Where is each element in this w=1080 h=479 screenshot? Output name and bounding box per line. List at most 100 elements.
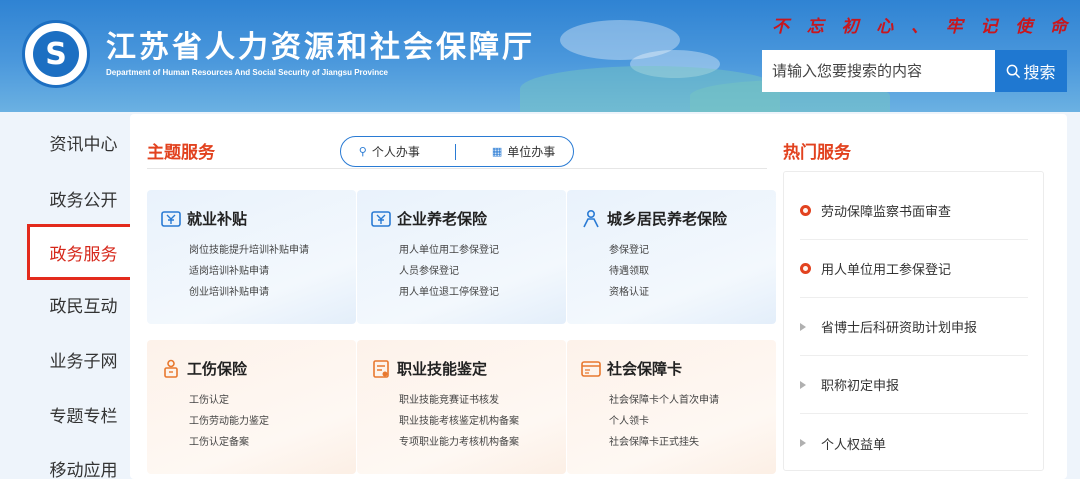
tile-title: 城乡居民养老保险 [607,210,728,228]
theme-services-title: 主题服务 [147,143,215,163]
nav-item-label: 政务服务 [49,244,118,265]
tile-links: 社会保障卡个人首次申请 个人领卡 社会保障卡正式挂失 [609,390,719,453]
service-link[interactable]: 社会保障卡个人首次申请 [609,390,719,411]
nav-item-label: 政务公开 [49,190,118,211]
tile-social-security-card[interactable]: 社会保障卡 社会保障卡个人首次申请 个人领卡 社会保障卡正式挂失 [567,340,776,474]
worker-icon [161,359,181,379]
tile-employment-subsidy[interactable]: 就业补贴 岗位技能提升培训补贴申请 适岗培训补贴申请 创业培训补贴申请 [147,190,356,324]
hot-service-label: 用人单位用工参保登记 [821,263,952,278]
tab-organization[interactable]: ▦ 单位办事 [492,143,555,160]
tile-header: 工伤保险 [161,358,247,379]
elder-icon [581,209,601,229]
site-title: 江苏省人力资源和社会保障厅 [106,30,535,65]
search-button[interactable]: 搜索 [995,50,1067,92]
nav-item-services[interactable]: 政务服务 [27,224,140,280]
tile-header: 城乡居民养老保险 [581,208,727,229]
slogan: 不 忘 初 心 、 牢 记 使 命 [772,12,1067,37]
tile-work-injury-insurance[interactable]: 工伤保险 工伤认定 工伤劳动能力鉴定 工伤认定备案 [147,340,356,474]
triangle-arrow-icon [800,322,806,331]
service-link[interactable]: 待遇领取 [609,261,649,282]
service-type-toggle: ⚲ 个人办事 ▦ 单位办事 [340,136,574,167]
tile-links: 岗位技能提升培训补贴申请 适岗培训补贴申请 创业培训补贴申请 [189,240,309,303]
toggle-separator [455,143,457,160]
service-link[interactable]: 岗位技能提升培训补贴申请 [189,240,309,261]
triangle-arrow-icon [800,439,806,447]
nav-item-mobile[interactable]: 移动应用 [27,440,140,479]
nav-item-label: 政民互动 [49,296,118,317]
hot-badge-icon [800,263,811,274]
site-logo[interactable]: S [22,20,90,88]
triangle-arrow-icon [800,380,806,389]
slogan-char: 使 [1015,17,1033,37]
tab-personal[interactable]: ⚲ 个人办事 [359,143,420,160]
logo-emblem-icon: S [33,31,79,77]
slogan-char: 牢 [945,17,963,37]
tab-label: 个人办事 [371,145,420,159]
nav-item-news[interactable]: 资讯中心 [27,114,140,170]
tile-title: 企业养老保险 [397,210,488,228]
service-link[interactable]: 职业技能竞赛证书核发 [399,390,519,411]
tile-links: 工伤认定 工伤劳动能力鉴定 工伤认定备案 [189,390,269,453]
certificate-icon [371,359,391,379]
hot-service-item[interactable]: 个人权益单 [800,414,1028,472]
money-icon [371,209,391,229]
slogan-char: 、 [911,17,928,37]
service-link[interactable]: 社会保障卡正式挂失 [609,432,719,453]
service-link[interactable]: 工伤认定 [189,390,269,411]
nav-item-label: 移动应用 [49,460,118,479]
hot-service-label: 个人权益单 [821,437,887,453]
site-subtitle: Department of Human Resources And Social… [106,68,388,77]
service-link[interactable]: 用人单位用工参保登记 [399,240,499,261]
slogan-char: 心 [876,17,894,37]
nav-item-subsites[interactable]: 业务子网 [27,331,140,387]
hot-service-item[interactable]: 用人单位用工参保登记 [800,240,1028,298]
hot-service-item[interactable]: 劳动保障监察书面审查 [800,182,1028,240]
service-link[interactable]: 资格认证 [609,282,649,303]
tab-label: 单位办事 [507,145,556,159]
nav-item-topics[interactable]: 专题专栏 [27,386,140,442]
tile-title: 工伤保险 [187,360,248,378]
tile-resident-pension[interactable]: 城乡居民养老保险 参保登记 待遇领取 资格认证 [567,190,776,324]
tile-header: 社会保障卡 [581,358,682,379]
tile-title: 就业补贴 [187,210,248,228]
tile-header: 企业养老保险 [371,208,487,229]
hot-service-label: 职称初定申报 [821,379,900,394]
service-link[interactable]: 人员参保登记 [399,261,499,282]
building-icon: ▦ [491,145,503,158]
service-link[interactable]: 工伤劳动能力鉴定 [189,411,269,432]
divider [147,168,767,169]
service-link[interactable]: 职业技能考核鉴定机构备案 [399,411,519,432]
left-nav: 资讯中心 政务公开 政务服务 政民互动 业务子网 专题专栏 移动应用 [27,114,140,479]
tile-title: 社会保障卡 [607,360,683,378]
search-input[interactable] [762,50,995,92]
nav-item-public[interactable]: 政务公开 [27,170,140,226]
hot-services-list: 劳动保障监察书面审查 用人单位用工参保登记 省博士后科研资助计划申报 职称初定申… [783,171,1044,471]
tile-links: 用人单位用工参保登记 人员参保登记 用人单位退工停保登记 [399,240,499,303]
service-link[interactable]: 创业培训补贴申请 [189,282,309,303]
service-link[interactable]: 适岗培训补贴申请 [189,261,309,282]
hot-badge-icon [800,205,811,216]
hot-service-item[interactable]: 省博士后科研资助计划申报 [800,298,1028,356]
service-link[interactable]: 个人领卡 [609,411,719,432]
slogan-char: 忘 [806,17,824,37]
tile-enterprise-pension[interactable]: 企业养老保险 用人单位用工参保登记 人员参保登记 用人单位退工停保登记 [357,190,566,324]
nav-item-label: 专题专栏 [49,406,118,427]
tile-header: 就业补贴 [161,208,247,229]
search-button-label: 搜索 [1023,63,1056,82]
hot-service-label: 劳动保障监察书面审查 [821,205,952,220]
tile-links: 职业技能竞赛证书核发 职业技能考核鉴定机构备案 专项职业能力考核机构备案 [399,390,519,453]
slogan-char: 命 [1050,17,1067,37]
hot-service-item[interactable]: 职称初定申报 [800,356,1028,414]
tile-skill-appraisal[interactable]: 职业技能鉴定 职业技能竞赛证书核发 职业技能考核鉴定机构备案 专项职业能力考核机… [357,340,566,474]
tile-header: 职业技能鉴定 [371,358,487,379]
service-link[interactable]: 参保登记 [609,240,649,261]
hot-services-title: 热门服务 [783,143,851,163]
service-link[interactable]: 专项职业能力考核机构备案 [399,432,519,453]
card-icon [581,359,601,379]
nav-item-interaction[interactable]: 政民互动 [27,276,140,332]
service-link[interactable]: 工伤认定备案 [189,432,269,453]
service-link[interactable]: 用人单位退工停保登记 [399,282,499,303]
person-icon: ⚲ [358,145,367,158]
slogan-char: 记 [980,17,998,37]
slogan-char: 初 [841,17,859,37]
